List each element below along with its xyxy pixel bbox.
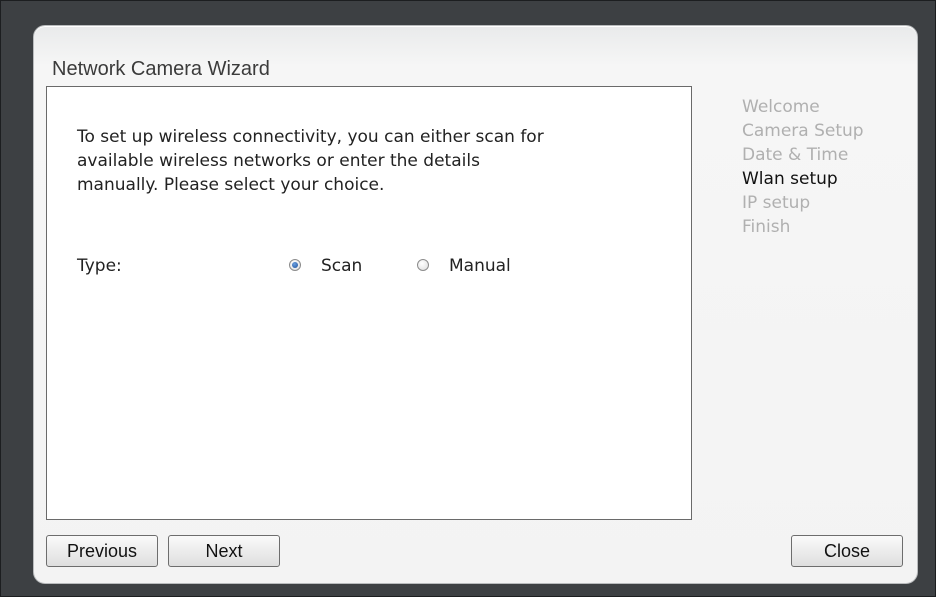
type-label: Type: <box>77 256 122 276</box>
step-finish: Finish <box>742 217 791 237</box>
step-welcome: Welcome <box>742 97 820 117</box>
manual-radio[interactable] <box>417 259 429 271</box>
close-button[interactable]: Close <box>791 535 903 567</box>
wizard-steps: Welcome Camera Setup Date & Time Wlan se… <box>742 95 864 239</box>
scan-radio[interactable] <box>289 259 301 271</box>
wizard-title: Network Camera Wizard <box>52 58 270 80</box>
scan-radio-label[interactable]: Scan <box>321 256 362 276</box>
manual-radio-label[interactable]: Manual <box>449 256 511 276</box>
step-camera-setup: Camera Setup <box>742 121 864 141</box>
previous-button[interactable]: Previous <box>46 535 158 567</box>
next-button[interactable]: Next <box>168 535 280 567</box>
instructions-text: To set up wireless connectivity, you can… <box>77 127 544 195</box>
step-wlan-setup: Wlan setup <box>742 169 838 189</box>
step-ip-setup: IP setup <box>742 193 811 213</box>
step-date-time: Date & Time <box>742 145 849 165</box>
